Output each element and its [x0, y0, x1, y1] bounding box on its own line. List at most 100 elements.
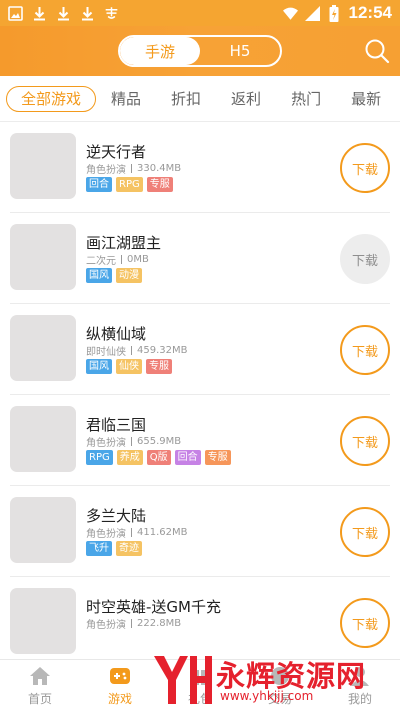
game-tag: RPG — [86, 450, 113, 465]
game-tag: 国风 — [86, 268, 112, 283]
game-meta: 角色扮演 411.62MB — [86, 525, 187, 540]
game-category: 角色扮演 — [86, 165, 126, 176]
game-name: 多兰大陆 — [86, 507, 147, 525]
game-tag: 回合 — [86, 177, 112, 192]
game-meta: 角色扮演 222.8MB — [86, 616, 181, 631]
game-thumbnail — [10, 497, 76, 563]
game-name: 画江湖盟主 — [86, 234, 162, 252]
game-name: 纵横仙域 — [86, 325, 147, 343]
tab-newest[interactable]: 最新 — [336, 86, 396, 112]
game-meta: 即时仙侠 459.32MB — [86, 343, 187, 358]
game-tag: 养成 — [116, 450, 143, 465]
game-tag: RPG — [116, 177, 143, 192]
game-category: 角色扮演 — [86, 620, 126, 631]
game-tags: RPG 养成 Q版 回合 专服 — [86, 450, 231, 465]
game-size: 655.9MB — [137, 436, 182, 447]
nav-trade-label: 交易 — [267, 692, 292, 706]
game-meta: 角色扮演 655.9MB — [86, 434, 181, 449]
game-tag: 动漫 — [116, 268, 142, 283]
nav-profile-label: 我的 — [347, 692, 372, 706]
game-tag: 国风 — [86, 359, 112, 374]
game-category: 角色扮演 — [86, 438, 126, 449]
download-button[interactable]: 下载 — [340, 598, 390, 648]
game-thumbnail — [10, 133, 76, 199]
tab-hot[interactable]: 热门 — [276, 86, 336, 112]
nav-games[interactable]: 游戏 — [80, 660, 160, 711]
tab-rebate[interactable]: 返利 — [216, 86, 276, 112]
platform-switch: 手游 H5 — [118, 35, 282, 67]
game-meta: 二次元 0MB — [86, 252, 149, 267]
game-row[interactable]: 时空英雄-送GM千充 角色扮演 222.8MB 下载 — [10, 577, 390, 668]
game-size: 0MB — [127, 254, 149, 265]
game-thumbnail — [10, 588, 76, 654]
meta-divider — [121, 255, 122, 264]
tab-recommended[interactable]: 推 — [396, 86, 400, 112]
meta-divider — [131, 528, 132, 537]
game-tag: 专服 — [146, 177, 173, 192]
battery-charging-icon — [327, 4, 342, 22]
game-tag: 仙侠 — [116, 359, 142, 374]
game-category: 角色扮演 — [86, 529, 126, 540]
segment-h5-games[interactable]: H5 — [200, 37, 280, 65]
game-list: 逆天行者 角色扮演 330.4MB 回合 RPG 专服 下载 画江湖盟主 二次元… — [0, 122, 400, 668]
trade-icon — [268, 664, 292, 688]
nav-gifts[interactable]: 礼包 — [160, 660, 240, 711]
download-button[interactable]: 下载 — [340, 325, 390, 375]
wifi-icon — [282, 6, 298, 21]
download-icon — [56, 6, 71, 21]
status-bar: 12:54 — [0, 0, 400, 26]
search-icon[interactable] — [364, 38, 390, 64]
game-row[interactable]: 多兰大陆 角色扮演 411.62MB 飞升 奇迹 下载 — [10, 486, 390, 577]
gamepad-icon — [108, 664, 132, 688]
meta-divider — [131, 164, 132, 173]
nav-trade[interactable]: 交易 — [240, 660, 320, 711]
game-tags: 国风 动漫 — [86, 268, 142, 283]
game-tag: 奇迹 — [116, 541, 142, 556]
game-thumbnail — [10, 406, 76, 472]
game-tag: 回合 — [174, 450, 201, 465]
game-tags: 国风 仙侠 专服 — [86, 359, 172, 374]
meta-divider — [131, 619, 132, 628]
nav-home-label: 首页 — [27, 692, 52, 706]
download-button[interactable]: 下载 — [340, 416, 390, 466]
game-size: 330.4MB — [137, 163, 182, 174]
download-icon — [80, 6, 95, 21]
download-button[interactable]: 下载 — [340, 507, 390, 557]
download-button[interactable]: 下载 — [340, 143, 390, 193]
nav-games-label: 游戏 — [107, 692, 132, 706]
game-thumbnail — [10, 315, 76, 381]
home-icon — [28, 664, 52, 688]
status-time: 12:54 — [348, 3, 392, 22]
game-name: 时空英雄-送GM千充 — [86, 598, 221, 616]
game-tag: 专服 — [204, 450, 231, 465]
game-tag: 飞升 — [86, 541, 112, 556]
segment-mobile-games[interactable]: 手游 — [120, 37, 200, 65]
game-size: 459.32MB — [137, 345, 188, 356]
app-header: 手游 H5 — [0, 26, 400, 76]
game-thumbnail — [10, 224, 76, 290]
tab-all-games[interactable]: 全部游戏 — [6, 85, 97, 112]
game-name: 逆天行者 — [86, 143, 147, 161]
game-category: 二次元 — [86, 256, 116, 267]
meta-divider — [131, 437, 132, 446]
game-size: 222.8MB — [137, 618, 182, 629]
game-tag: Q版 — [146, 450, 171, 465]
download-button-disabled[interactable]: 下载 — [340, 234, 390, 284]
nav-gifts-label: 礼包 — [187, 692, 212, 706]
nav-home[interactable]: 首页 — [0, 660, 80, 711]
user-icon — [348, 664, 372, 688]
image-icon — [8, 5, 23, 21]
game-row[interactable]: 纵横仙域 即时仙侠 459.32MB 国风 仙侠 专服 下载 — [10, 304, 390, 395]
game-row[interactable]: 逆天行者 角色扮演 330.4MB 回合 RPG 专服 下载 — [10, 122, 390, 213]
game-tags: 飞升 奇迹 — [86, 541, 142, 556]
game-size: 411.62MB — [137, 527, 188, 538]
tab-featured[interactable]: 精品 — [96, 86, 156, 112]
game-category: 即时仙侠 — [86, 347, 126, 358]
category-tabs: 全部游戏 精品 折扣 返利 热门 最新 推 — [0, 76, 400, 122]
nav-profile[interactable]: 我的 — [320, 660, 400, 711]
game-row[interactable]: 画江湖盟主 二次元 0MB 国风 动漫 下载 — [10, 213, 390, 304]
tab-discount[interactable]: 折扣 — [156, 86, 216, 112]
game-row[interactable]: 君临三国 角色扮演 655.9MB RPG 养成 Q版 回合 专服 下载 — [10, 395, 390, 486]
game-name: 君临三国 — [86, 416, 147, 434]
gift-icon — [188, 664, 212, 688]
